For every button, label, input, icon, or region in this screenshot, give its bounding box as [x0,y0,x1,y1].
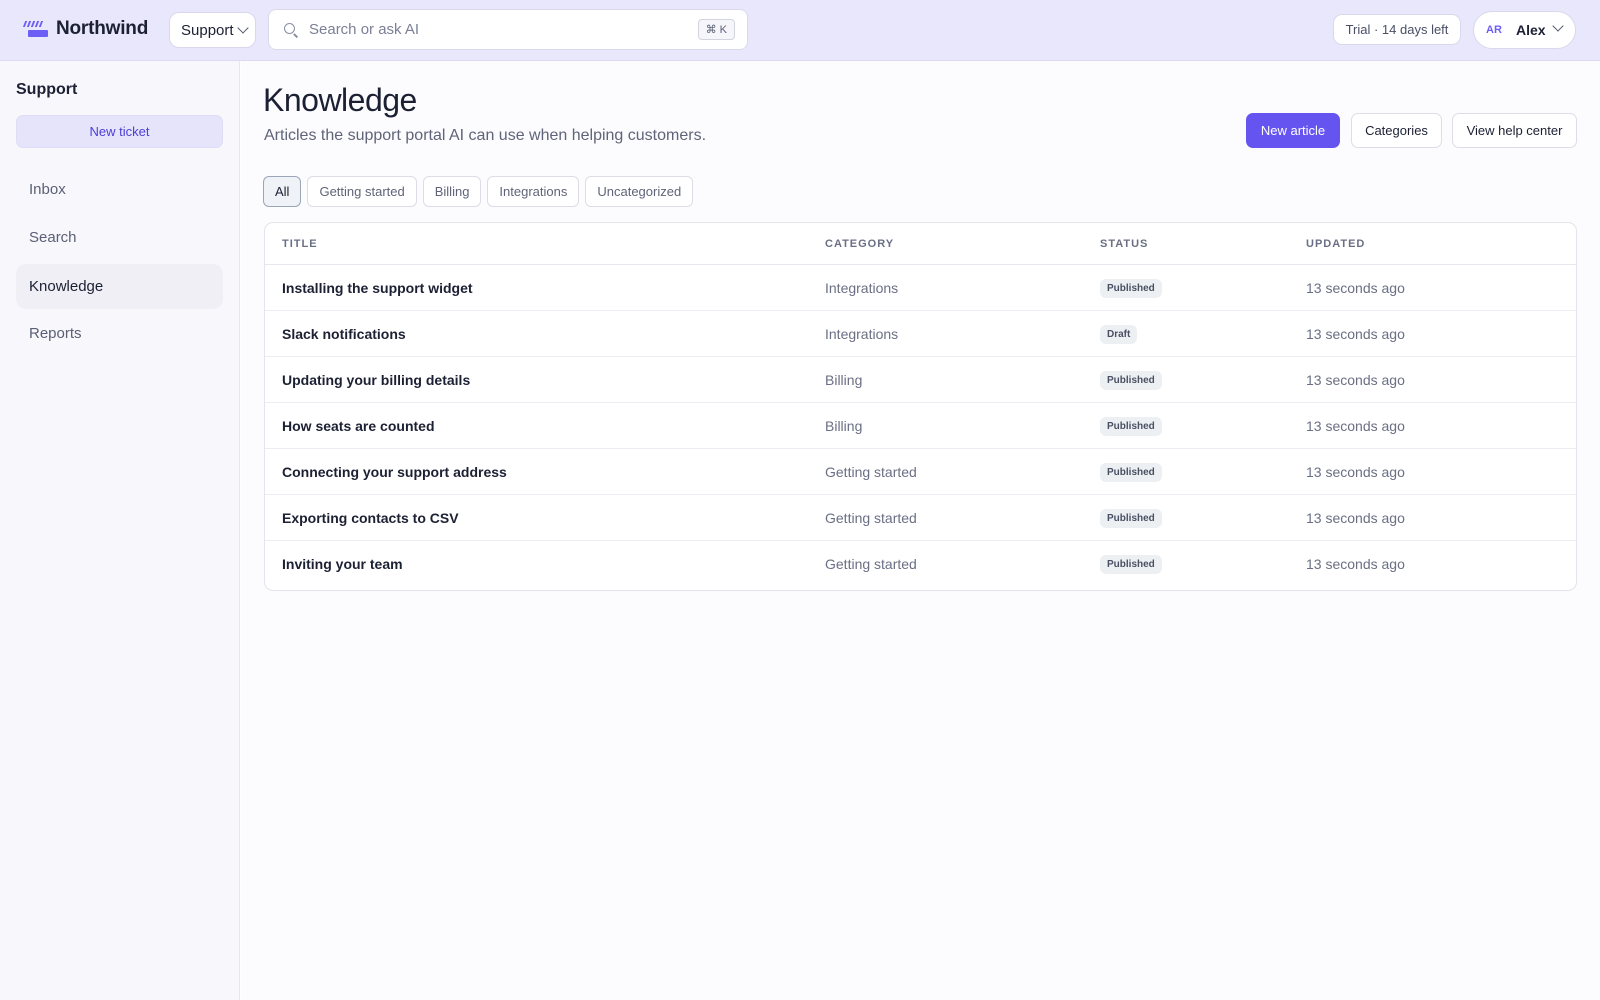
filter-all[interactable]: All [263,176,302,207]
northwind-logo-icon [22,19,48,39]
sidebar-item-label: Reports [29,325,82,342]
article-updated: 13 seconds ago [1306,417,1405,434]
article-title[interactable]: Connecting your support address [282,464,825,480]
view-help-center-button[interactable]: View help center [1452,113,1577,148]
column-header-status[interactable]: STATUS [1100,238,1306,250]
table-row[interactable]: How seats are counted Billing Published … [265,403,1576,449]
status-badge: Published [1100,416,1162,436]
sidebar-item-label: Knowledge [29,278,104,295]
user-name: Alex [1516,22,1546,38]
search-icon [283,22,299,38]
article-updated: 13 seconds ago [1306,371,1405,388]
sidebar-title: Support [16,81,78,98]
table-row[interactable]: Slack notifications Integrations Draft 1… [265,311,1576,357]
article-updated: 13 seconds ago [1306,556,1405,572]
table-header: TITLE CATEGORY STATUS UPDATED [265,223,1576,265]
table-row[interactable]: Inviting your team Getting started Publi… [265,541,1576,587]
page-subtitle: Articles the support portal AI can use w… [264,127,707,144]
user-menu[interactable]: AR Alex [1473,11,1576,49]
sidebar-item-label: Search [29,229,77,246]
status-badge: Published [1100,555,1162,574]
article-category: Getting started [825,509,917,526]
table-row[interactable]: Exporting contacts to CSV Getting starte… [265,495,1576,541]
status-badge: Published [1100,462,1162,482]
article-updated: 13 seconds ago [1306,325,1405,342]
article-updated: 13 seconds ago [1306,463,1405,480]
article-category: Integrations [825,279,899,296]
categories-button[interactable]: Categories [1351,113,1442,148]
article-category: Getting started [825,463,917,480]
filter-integrations[interactable]: Integrations [487,176,580,207]
chevron-down-icon [236,22,249,34]
brand-name: Northwind [56,18,149,39]
sidebar-item-label: Inbox [29,181,66,198]
filter-uncategorized[interactable]: Uncategorized [585,176,694,207]
article-updated: 13 seconds ago [1306,509,1405,526]
article-title[interactable]: How seats are counted [282,418,825,434]
table-row[interactable]: Installing the support widget Integratio… [265,265,1576,311]
article-category: Billing [825,371,863,388]
chevron-down-icon [1552,20,1564,32]
sidebar-item-reports[interactable]: Reports [16,311,223,356]
column-header-title[interactable]: TITLE [282,238,825,250]
status-badge: Published [1100,278,1162,298]
article-updated: 13 seconds ago [1306,279,1405,296]
table-row[interactable]: Connecting your support address Getting … [265,449,1576,495]
filter-getting-started[interactable]: Getting started [307,176,417,207]
articles-table: TITLE CATEGORY STATUS UPDATED Installing… [264,222,1577,591]
filter-billing[interactable]: Billing [422,176,482,207]
trial-badge[interactable]: Trial · 14 days left [1333,14,1461,45]
article-title[interactable]: Inviting your team [282,556,825,572]
article-title[interactable]: Exporting contacts to CSV [282,510,825,526]
status-badge: Draft [1100,324,1138,344]
search-input[interactable]: Search or ask AI ⌘ K [268,9,748,50]
avatar: AR [1486,24,1502,36]
status-badge: Published [1100,370,1162,390]
category-filters: All Getting started Billing Integrations… [263,176,694,207]
search-shortcut-hint: ⌘ K [697,19,735,40]
table-row[interactable]: Updating your billing details Billing Pu… [265,357,1576,403]
article-category: Billing [825,417,863,434]
article-title[interactable]: Updating your billing details [282,372,825,388]
top-bar: Northwind Support Search or ask AI ⌘ K T… [0,0,1600,61]
main-content: Knowledge Articles the support portal AI… [241,61,1600,1000]
sidebar: Support New ticket Inbox Search Knowledg… [0,61,240,1000]
search-placeholder: Search or ask AI [309,21,420,38]
article-category: Integrations [825,325,899,342]
brand[interactable]: Northwind [22,17,149,41]
workspace-label: Support [181,21,234,39]
column-header-category[interactable]: CATEGORY [825,238,1100,250]
article-category: Getting started [825,556,917,572]
article-title[interactable]: Installing the support widget [282,280,825,296]
sidebar-item-search[interactable]: Search [16,215,223,260]
status-badge: Published [1100,508,1162,528]
new-ticket-button[interactable]: New ticket [16,115,223,148]
sidebar-item-inbox[interactable]: Inbox [16,167,223,212]
column-header-updated[interactable]: UPDATED [1306,238,1556,250]
article-title[interactable]: Slack notifications [282,326,825,342]
sidebar-item-knowledge[interactable]: Knowledge [16,264,223,309]
workspace-switcher[interactable]: Support [169,12,256,48]
new-article-button[interactable]: New article [1246,113,1340,148]
page-title: Knowledge [263,82,417,118]
